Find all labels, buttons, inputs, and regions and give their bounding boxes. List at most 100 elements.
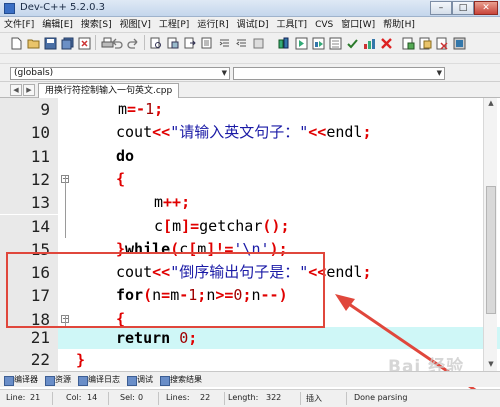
project-new-icon[interactable]	[400, 35, 416, 51]
member-combo[interactable]: ▼	[233, 67, 445, 80]
class-browser-bar: (globals) ▼ ▼	[0, 64, 500, 82]
open-file-icon[interactable]	[25, 35, 41, 51]
close-button[interactable]: ✕	[474, 1, 498, 15]
title-bar: Dev-C++ 5.2.0.3 – □ ✕	[0, 0, 500, 17]
token: ;	[362, 123, 372, 142]
unindent-icon[interactable]	[233, 35, 249, 51]
status-lines-value: 22	[200, 393, 211, 402]
code-line-14: 14 c[m]=getchar();	[0, 214, 500, 238]
menu-window[interactable]: 窗口[W]	[337, 18, 379, 33]
class-combo[interactable]: (globals) ▼	[10, 67, 230, 80]
app-icon	[4, 3, 15, 14]
indent-icon[interactable]	[216, 35, 232, 51]
token: =-	[127, 100, 146, 118]
code-line-21: 21 return 0;	[0, 327, 500, 349]
maximize-button[interactable]: □	[452, 1, 474, 15]
menu-view[interactable]: 视图[V]	[116, 18, 155, 33]
menu-run[interactable]: 运行[R]	[193, 18, 232, 33]
status-lines-label: Lines:	[166, 393, 190, 402]
line-number: 13	[30, 193, 50, 213]
line-number: 11	[30, 146, 50, 166]
tab-next-button[interactable]: ▶	[23, 84, 35, 96]
line-number: 21	[30, 328, 50, 347]
new-file-icon[interactable]	[8, 35, 24, 51]
undo-icon[interactable]	[108, 35, 124, 51]
file-toolbar-group	[8, 35, 115, 52]
tab-search-results[interactable]: 搜索结果	[158, 373, 205, 387]
tab-prev-button[interactable]: ◀	[10, 84, 22, 96]
tab-compile-log[interactable]: 编译日志	[76, 373, 123, 387]
token: c	[154, 216, 164, 235]
scroll-up-icon[interactable]: ▲	[486, 99, 496, 109]
menu-debug[interactable]: 调试[D]	[233, 18, 273, 33]
minimize-button[interactable]: –	[430, 1, 452, 15]
status-divider	[108, 392, 109, 405]
stop-icon[interactable]	[378, 35, 394, 51]
code-line-10: 10 cout<<"请输入英文句子："<<endl;	[0, 121, 500, 145]
status-divider	[158, 392, 159, 405]
close-file-icon[interactable]	[76, 35, 92, 51]
token: {	[116, 169, 126, 188]
scroll-down-icon[interactable]: ▼	[486, 360, 496, 370]
code-text: }	[76, 349, 85, 371]
line-number: 10	[30, 123, 50, 143]
token: ;	[280, 216, 290, 235]
tab-resources[interactable]: 资源	[43, 373, 74, 387]
menu-search[interactable]: 搜索[S]	[77, 18, 116, 33]
project-add-icon[interactable]	[417, 35, 433, 51]
code-line-9: 9 m=-1;	[0, 98, 500, 122]
token: ++	[163, 193, 182, 212]
redo-icon[interactable]	[125, 35, 141, 51]
toggle-comment-icon[interactable]	[250, 35, 266, 51]
goto-line-icon[interactable]	[199, 35, 215, 51]
menu-file[interactable]: 文件[F]	[0, 18, 38, 33]
save-icon[interactable]	[42, 35, 58, 51]
editor-scrollbar[interactable]: ▲ ▼	[483, 98, 497, 371]
project-options-icon[interactable]	[451, 35, 467, 51]
line-number: 12	[30, 169, 50, 189]
menu-help[interactable]: 帮助[H]	[379, 18, 419, 33]
menu-project[interactable]: 工程[P]	[155, 18, 193, 33]
chart-icon[interactable]	[361, 35, 377, 51]
run-icon[interactable]	[293, 35, 309, 51]
replace-icon[interactable]	[165, 35, 181, 51]
edit-toolbar-group	[108, 35, 266, 52]
compile-icon[interactable]	[276, 35, 292, 51]
scrollbar-thumb[interactable]	[486, 186, 496, 314]
file-tab[interactable]: 用换行符控制输入一句英文.cpp	[38, 83, 180, 98]
find-icon[interactable]	[148, 35, 164, 51]
token: return	[116, 329, 171, 347]
chevron-down-icon: ▼	[436, 69, 442, 77]
token: endl	[326, 123, 363, 142]
token: m	[172, 216, 182, 235]
code-text: c[m]=getchar();	[154, 215, 289, 238]
status-divider	[346, 392, 347, 405]
menu-cvs[interactable]: CVS	[311, 18, 337, 33]
toolbar-separator	[95, 35, 96, 50]
tab-debug[interactable]: 调试	[125, 373, 156, 387]
find-next-icon[interactable]	[182, 35, 198, 51]
token: ;	[154, 100, 164, 118]
status-sel-label: Sel:	[120, 393, 135, 402]
token: 请输入英文句子：	[179, 123, 300, 142]
token: endl	[326, 263, 363, 282]
fold-guide-line	[65, 176, 66, 238]
save-all-icon[interactable]	[59, 35, 75, 51]
secondary-toolbar	[0, 54, 500, 64]
status-bar: Line: 21 Col: 14 Sel: 0 Lines: 22 Length…	[0, 389, 500, 407]
menu-tools[interactable]: 工具[T]	[273, 18, 312, 33]
token: <<	[308, 123, 327, 142]
rebuild-icon[interactable]	[327, 35, 343, 51]
tab-compiler[interactable]: 编译器	[2, 373, 41, 387]
menu-edit[interactable]: 编辑[E]	[38, 18, 77, 33]
compile-run-icon[interactable]	[310, 35, 326, 51]
line-number: 14	[30, 216, 50, 236]
check-icon[interactable]	[344, 35, 360, 51]
token: cout	[116, 123, 153, 142]
code-text: do	[116, 145, 134, 168]
status-line-value: 21	[30, 393, 41, 402]
project-remove-icon[interactable]	[434, 35, 450, 51]
token: "	[299, 123, 309, 142]
annotation-highlight-box	[6, 252, 325, 328]
status-message: Done parsing	[354, 393, 408, 402]
